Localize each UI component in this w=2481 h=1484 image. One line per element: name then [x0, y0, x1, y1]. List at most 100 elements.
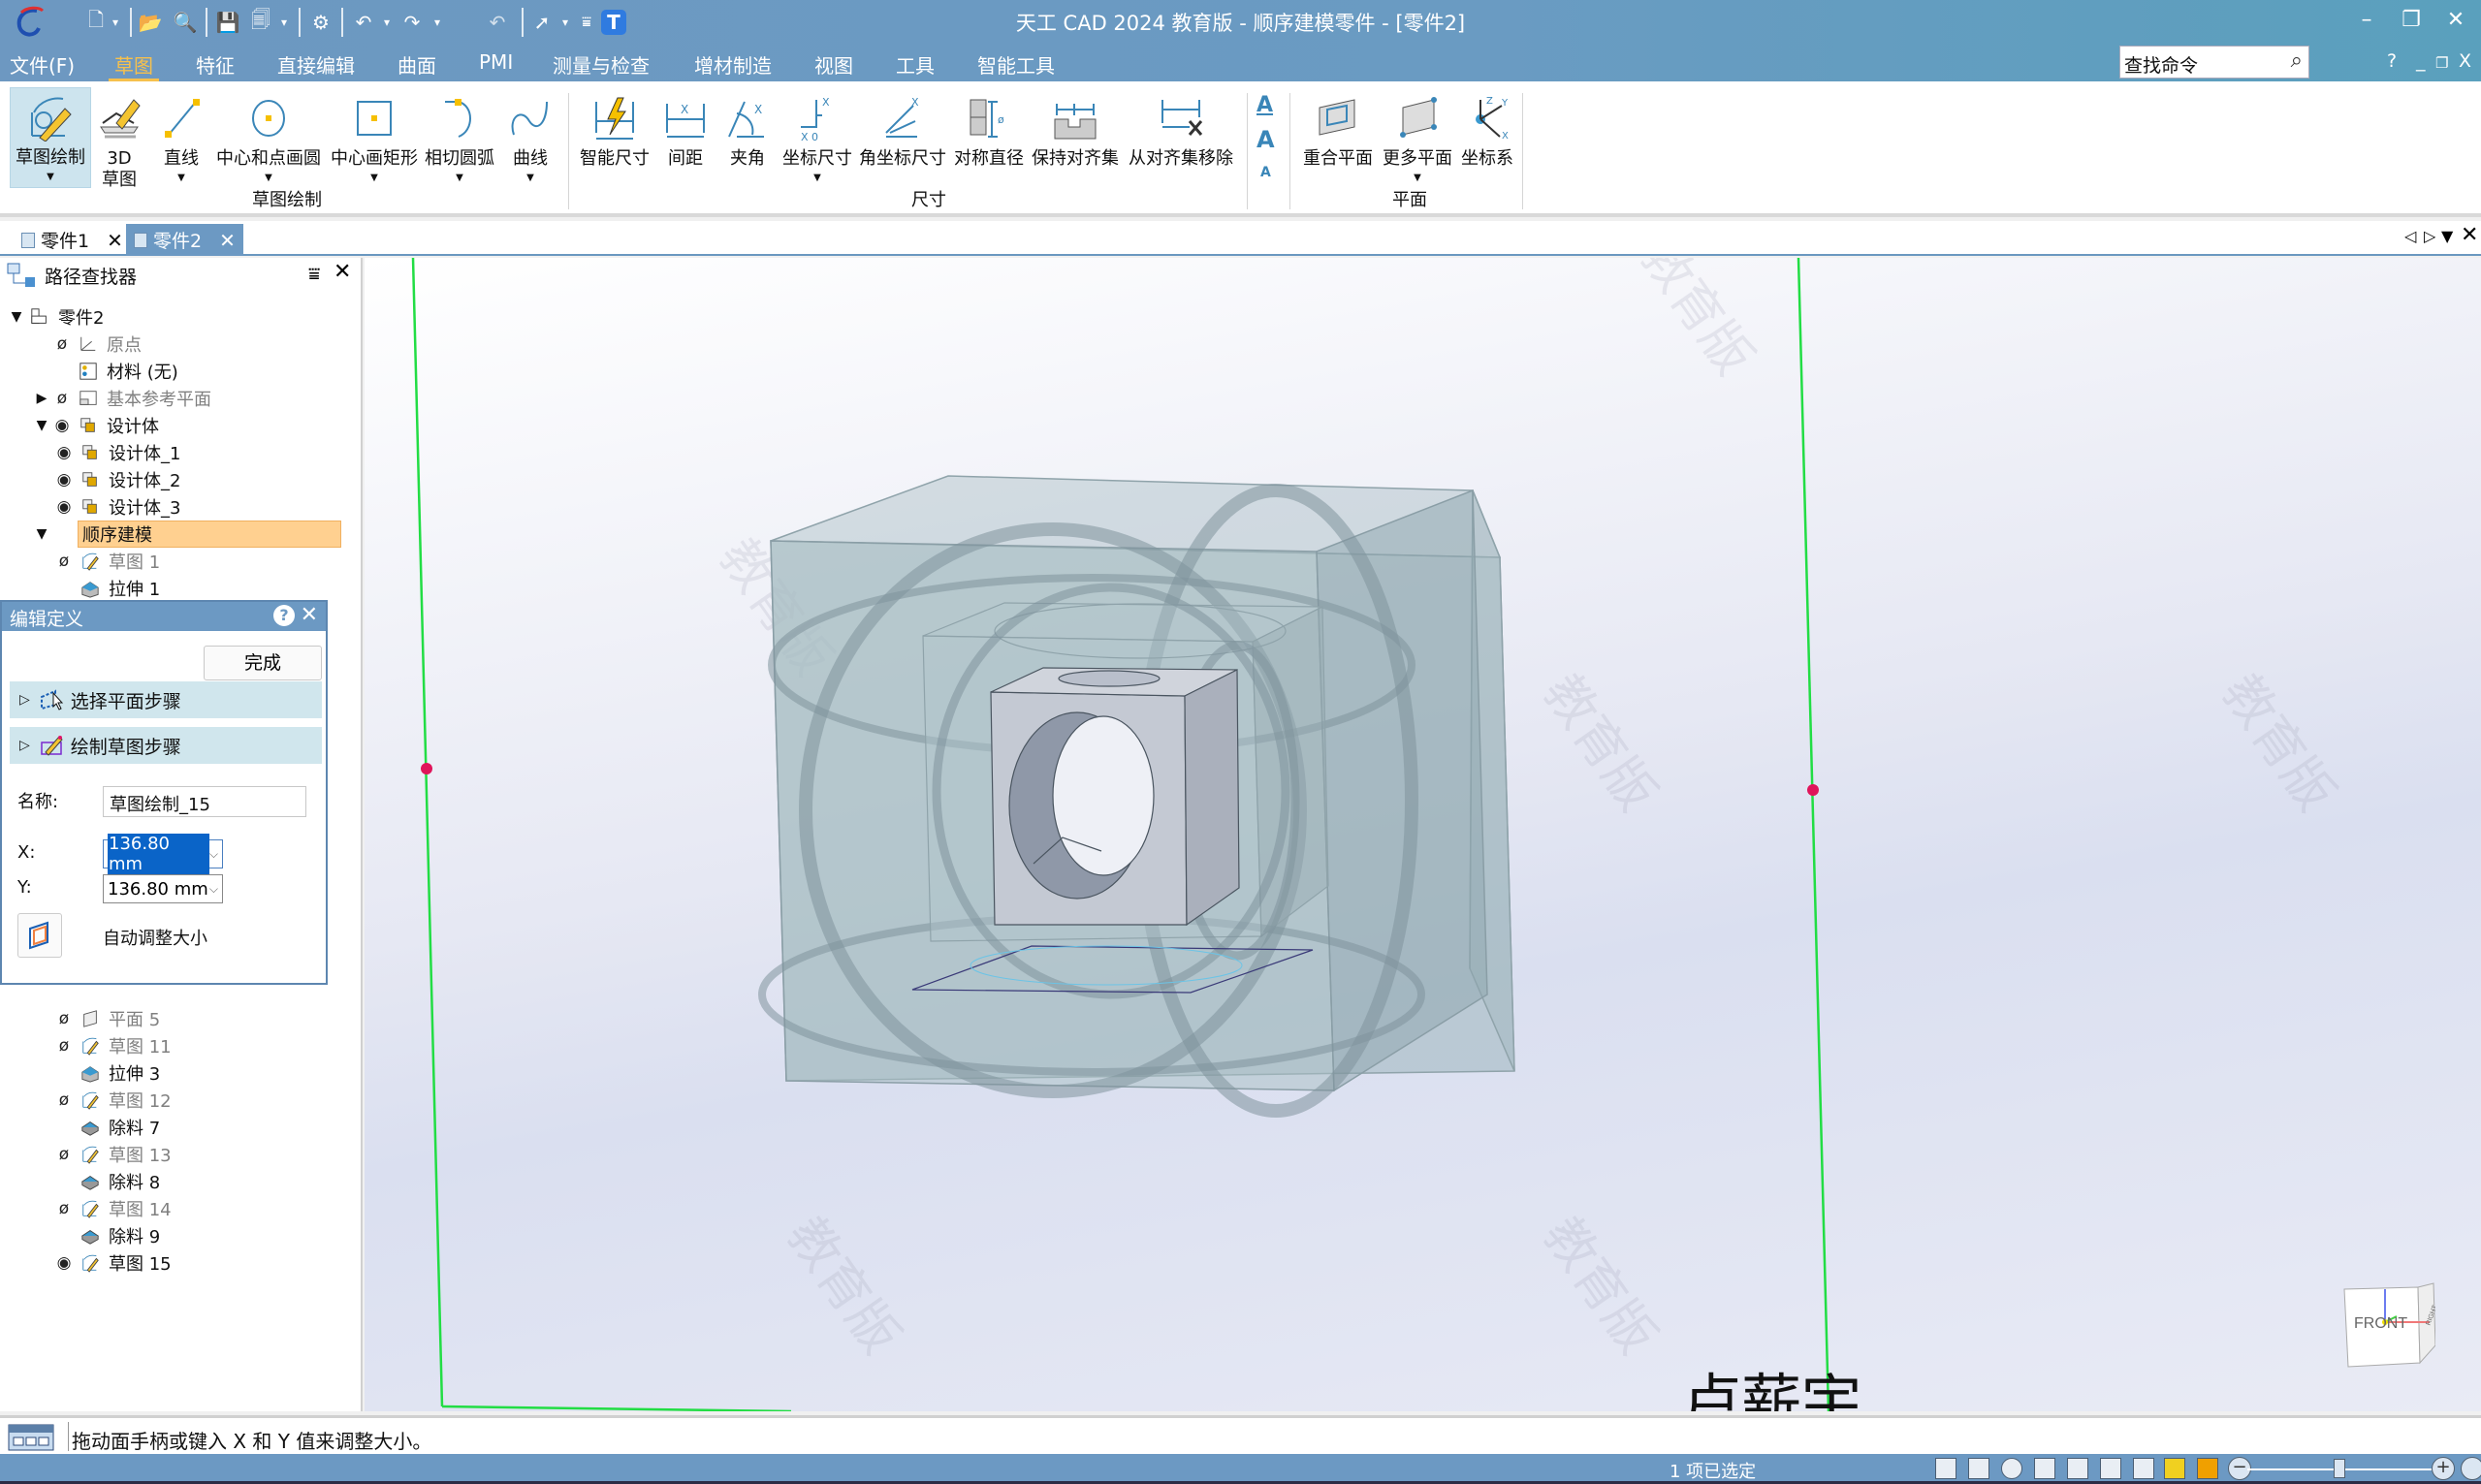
- collapse-icon[interactable]: ▼: [33, 526, 50, 542]
- chevron-down-icon[interactable]: ⌵: [209, 882, 218, 897]
- tree-item[interactable]: ø 平面 5: [52, 1006, 160, 1031]
- help-icon[interactable]: ?: [273, 605, 295, 626]
- tab-file[interactable]: 文件(F): [4, 50, 80, 79]
- tab-direct-edit[interactable]: 直接编辑: [271, 50, 361, 79]
- close-tab-icon[interactable]: ✕: [219, 229, 236, 252]
- restore-button[interactable]: ❐: [2397, 8, 2426, 32]
- remove-from-alignment-set-button[interactable]: 从对齐集移除: [1125, 89, 1237, 169]
- center-rectangle-button[interactable]: 中心画矩形 ▼: [328, 89, 421, 183]
- tree-item[interactable]: ▼ ◉ 设计体: [33, 413, 159, 438]
- tree-item[interactable]: 材料 (无): [33, 359, 178, 384]
- coordinate-system-button[interactable]: ZY X 坐标系: [1460, 89, 1514, 169]
- draw-sketch-step[interactable]: ▷ 绘制草图步骤: [10, 727, 322, 764]
- coincident-plane-button[interactable]: 重合平面: [1299, 89, 1377, 169]
- doc-restore-button[interactable]: ❐: [2435, 54, 2448, 72]
- tree-item[interactable]: ø 草图 14: [52, 1196, 172, 1221]
- display-style-icon[interactable]: [2164, 1458, 2185, 1479]
- tab-smart-tools[interactable]: 智能工具: [971, 50, 1061, 79]
- command-search-input[interactable]: 查找命令 ⌕: [2119, 46, 2309, 79]
- tab-surface[interactable]: 曲面: [392, 50, 442, 79]
- name-input[interactable]: 草图绘制_15: [103, 786, 306, 817]
- view-cube-front-label[interactable]: FRONT: [2354, 1315, 2407, 1332]
- search-icon[interactable]: ⌕: [2291, 48, 2303, 73]
- y-value-combo[interactable]: 136.80 mm ⌵: [103, 874, 223, 903]
- 3d-viewport[interactable]: 教育版 教育版 教育版 教育版 教育版 教育版: [365, 258, 2481, 1411]
- view-cube[interactable]: FRONT RIGHT: [2338, 1281, 2435, 1371]
- zoom-fit-button[interactable]: [2461, 1457, 2481, 1480]
- close-button[interactable]: ✕: [2441, 8, 2470, 32]
- sketch-plane-edge-left[interactable]: [411, 258, 444, 1407]
- zoom-in-button[interactable]: +: [2432, 1457, 2455, 1480]
- tree-item[interactable]: 除料 8: [52, 1169, 160, 1194]
- scroll-tabs-right-icon[interactable]: ▷: [2424, 227, 2435, 245]
- more-planes-button[interactable]: 更多平面 ▼: [1379, 89, 1456, 183]
- hidden-eye-icon[interactable]: ø: [50, 389, 74, 408]
- sketch-draw-button[interactable]: 草图绘制 ▼: [10, 87, 91, 188]
- tree-item[interactable]: ø 草图 11: [52, 1033, 172, 1058]
- tree-item[interactable]: 拉伸 1: [52, 576, 160, 601]
- expand-icon[interactable]: ▶: [33, 391, 50, 406]
- collapse-icon[interactable]: ▼: [33, 418, 50, 433]
- sketch-plane-edge-right[interactable]: [1797, 258, 1830, 1411]
- visible-eye-icon[interactable]: ◉: [52, 1253, 76, 1273]
- hidden-eye-icon[interactable]: ø: [52, 1036, 76, 1056]
- x-value-combo[interactable]: 136.80 mm ⌵: [103, 834, 223, 874]
- help-button[interactable]: ?: [2387, 50, 2397, 72]
- tab-features[interactable]: 特征: [190, 50, 240, 79]
- visible-eye-icon[interactable]: ◉: [50, 416, 74, 435]
- sketch-plane-edge-bottom[interactable]: [441, 1405, 792, 1411]
- hidden-eye-icon[interactable]: ø: [52, 1009, 76, 1028]
- close-all-tabs-icon[interactable]: ✕: [2461, 223, 2478, 247]
- fit-view-icon[interactable]: [2034, 1458, 2055, 1479]
- visible-eye-icon[interactable]: ◉: [52, 497, 76, 517]
- zoom-slider-thumb[interactable]: [2334, 1459, 2345, 1478]
- tree-item[interactable]: 拉伸 3: [52, 1060, 160, 1086]
- tab-measure-inspect[interactable]: 测量与检查: [547, 50, 655, 79]
- smart-dimension-button[interactable]: 智能尺寸: [578, 89, 652, 169]
- dialog-close-icon[interactable]: ✕: [301, 603, 318, 627]
- angle-button[interactable]: X 夹角: [721, 89, 774, 169]
- chevron-down-icon[interactable]: ⌵: [209, 847, 218, 862]
- increase-font-icon[interactable]: A: [1256, 126, 1275, 153]
- select-plane-step[interactable]: ▷ 选择平面步骤: [10, 681, 322, 718]
- angular-coordinate-button[interactable]: X 角坐标尺寸: [859, 89, 946, 169]
- panel-close-icon[interactable]: ✕: [334, 260, 351, 284]
- done-button[interactable]: 完成: [204, 646, 322, 680]
- panel-options-icon[interactable]: ⩸: [308, 262, 320, 285]
- coordinate-dimension-button[interactable]: X X 0 坐标尺寸 ▼: [781, 89, 853, 183]
- tangent-arc-button[interactable]: 相切圆弧 ▼: [423, 89, 496, 183]
- tab-additive[interactable]: 增材制造: [688, 50, 778, 79]
- zoom-area-icon[interactable]: [1968, 1458, 1989, 1479]
- pan-icon[interactable]: [2067, 1458, 2088, 1479]
- doc-close-button[interactable]: X: [2459, 50, 2471, 72]
- tree-item[interactable]: ø 草图 12: [52, 1088, 172, 1113]
- doc-tab-part2[interactable]: 零件2 ✕: [126, 224, 243, 256]
- tree-item[interactable]: ◉ 设计体_1: [52, 440, 181, 465]
- keep-alignment-set-button[interactable]: 保持对齐集: [1032, 89, 1119, 169]
- zoom-icon[interactable]: [2001, 1458, 2022, 1479]
- tree-item[interactable]: ø 草图 1: [52, 549, 160, 574]
- minimize-button[interactable]: –: [2352, 8, 2381, 32]
- center-point-circle-button[interactable]: 中心和点画圆 ▼: [215, 89, 322, 183]
- rotate-icon[interactable]: [2100, 1458, 2121, 1479]
- snapshot-camera-icon[interactable]: [1935, 1458, 1956, 1479]
- tab-tools[interactable]: 工具: [890, 50, 940, 79]
- distance-button[interactable]: X 间距: [659, 89, 712, 169]
- visible-eye-icon[interactable]: ◉: [52, 443, 76, 462]
- hidden-eye-icon[interactable]: ø: [50, 334, 74, 354]
- curve-button[interactable]: 曲线 ▼: [504, 89, 557, 183]
- tree-item[interactable]: 除料 9: [52, 1223, 160, 1248]
- resize-handle-right[interactable]: [1807, 784, 1819, 796]
- resize-handle-left[interactable]: [421, 763, 432, 774]
- doc-tab-part1[interactable]: 零件1 ✕: [14, 224, 131, 256]
- line-button[interactable]: 直线 ▼: [155, 89, 207, 183]
- doc-minimize-button[interactable]: _: [2416, 50, 2426, 72]
- tree-item[interactable]: 除料 7: [52, 1115, 160, 1140]
- auto-resize-button[interactable]: [17, 913, 62, 958]
- close-tab-icon[interactable]: ✕: [107, 229, 123, 252]
- model-canvas[interactable]: [365, 258, 2481, 1411]
- visible-eye-icon[interactable]: ◉: [52, 470, 76, 489]
- view-orientation-icon[interactable]: [2133, 1458, 2154, 1479]
- tab-sketch[interactable]: 草图: [109, 50, 159, 81]
- tab-pmi[interactable]: PMI: [473, 50, 519, 74]
